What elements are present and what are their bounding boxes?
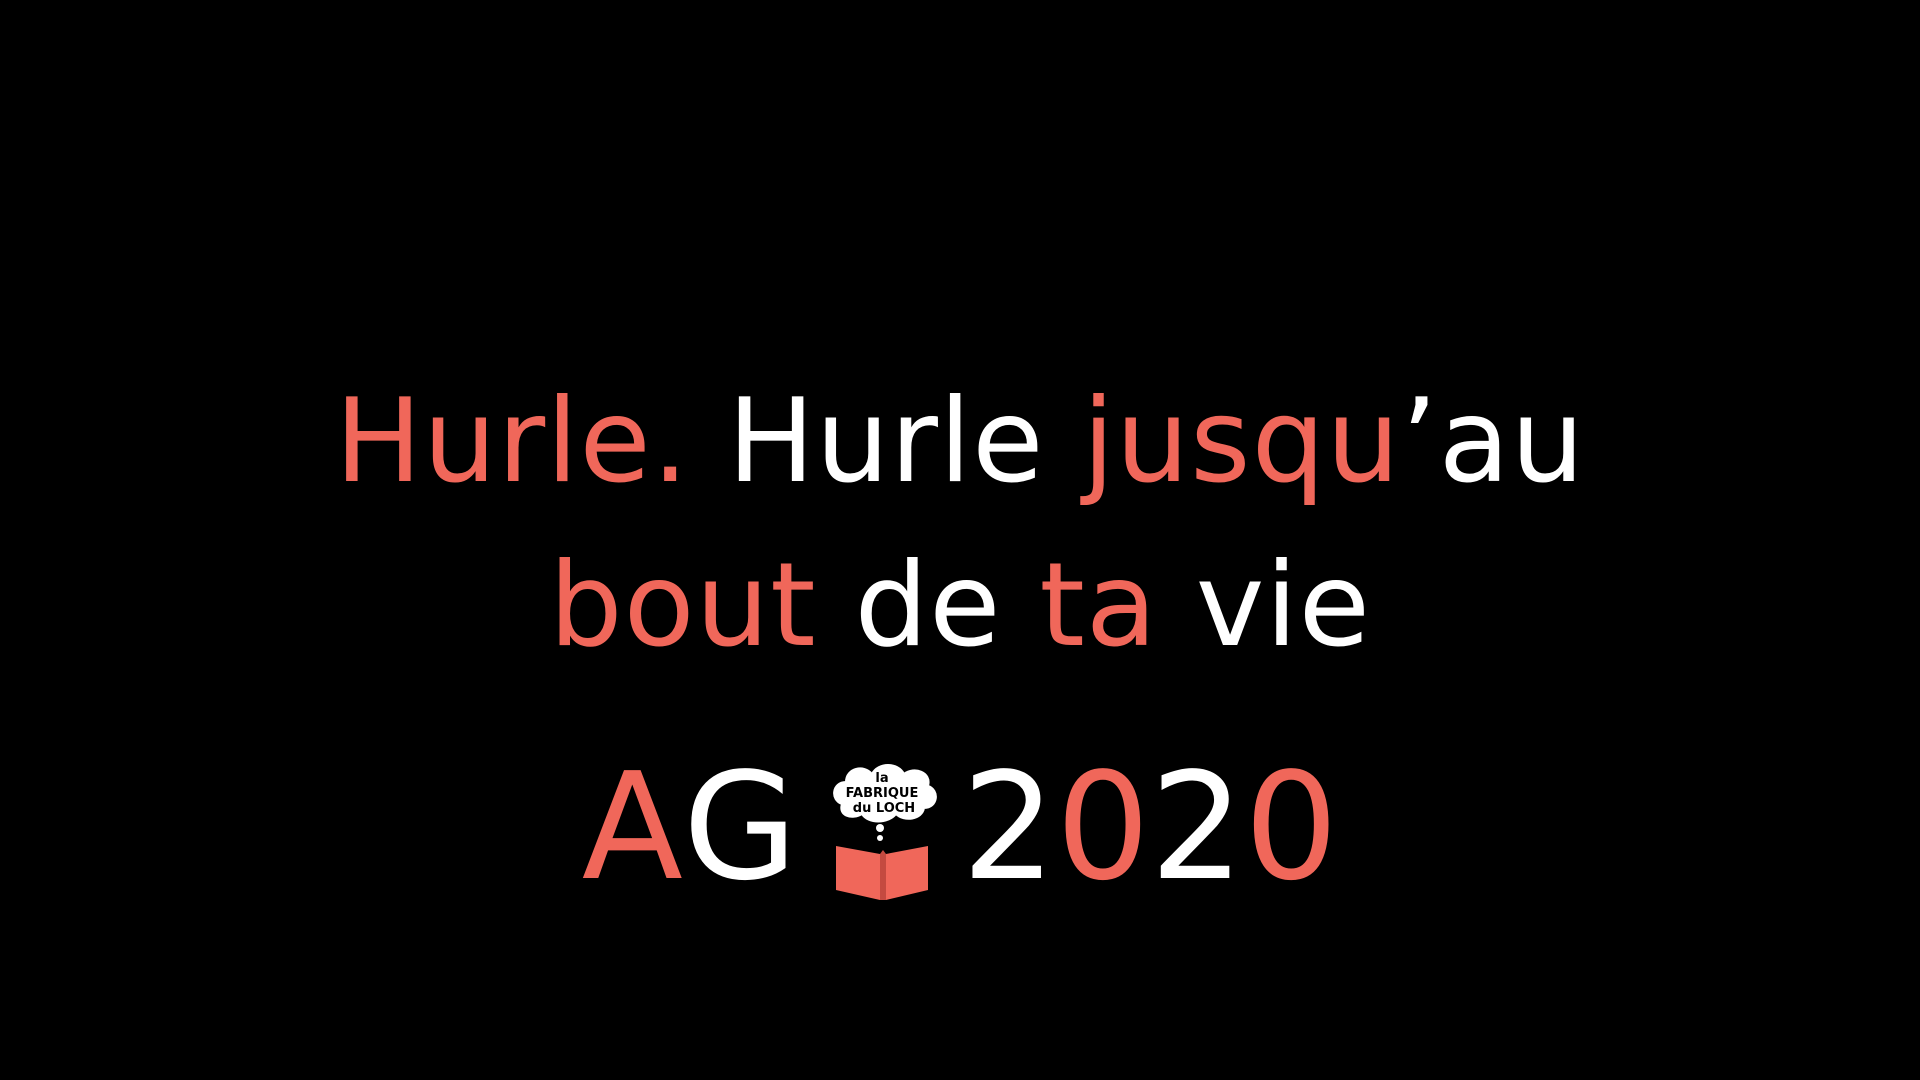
book-thought-cloud-icon: la FABRIQUE du LOCH — [824, 742, 944, 912]
quote-word: ta — [1039, 538, 1158, 673]
title-year-digit: 2 — [961, 741, 1056, 913]
quote-word: Hurle. — [334, 374, 690, 509]
title-year-digit: 0 — [1055, 741, 1150, 913]
quote-line-2: bout de ta vie — [0, 524, 1920, 688]
title-letter-a: A — [581, 741, 683, 913]
quote-word: de — [816, 538, 1040, 673]
quote-line-1: Hurle. Hurle jusqu’au — [0, 360, 1920, 524]
title-letter-g: G — [682, 741, 798, 913]
title-year-digit: 2 — [1149, 741, 1245, 913]
logo-text-la: la — [875, 771, 888, 786]
quote-word: vie — [1157, 538, 1372, 673]
title-card: Hurle. Hurle jusqu’au bout de ta vie AG … — [0, 0, 1920, 1080]
quote-word: Hurle — [689, 374, 1083, 509]
title-year-digit: 0 — [1244, 741, 1339, 913]
quote-word: bout — [548, 538, 817, 673]
quote: Hurle. Hurle jusqu’au bout de ta vie — [0, 360, 1920, 688]
logo-text-fabrique: FABRIQUE — [845, 786, 918, 801]
quote-word: ’au — [1400, 374, 1586, 509]
event-title: AG la FABRIQUE du LOCH 2020 — [0, 742, 1920, 912]
logo-text-du-loch: du LOCH — [852, 801, 914, 816]
quote-word: jusqu — [1082, 374, 1401, 509]
